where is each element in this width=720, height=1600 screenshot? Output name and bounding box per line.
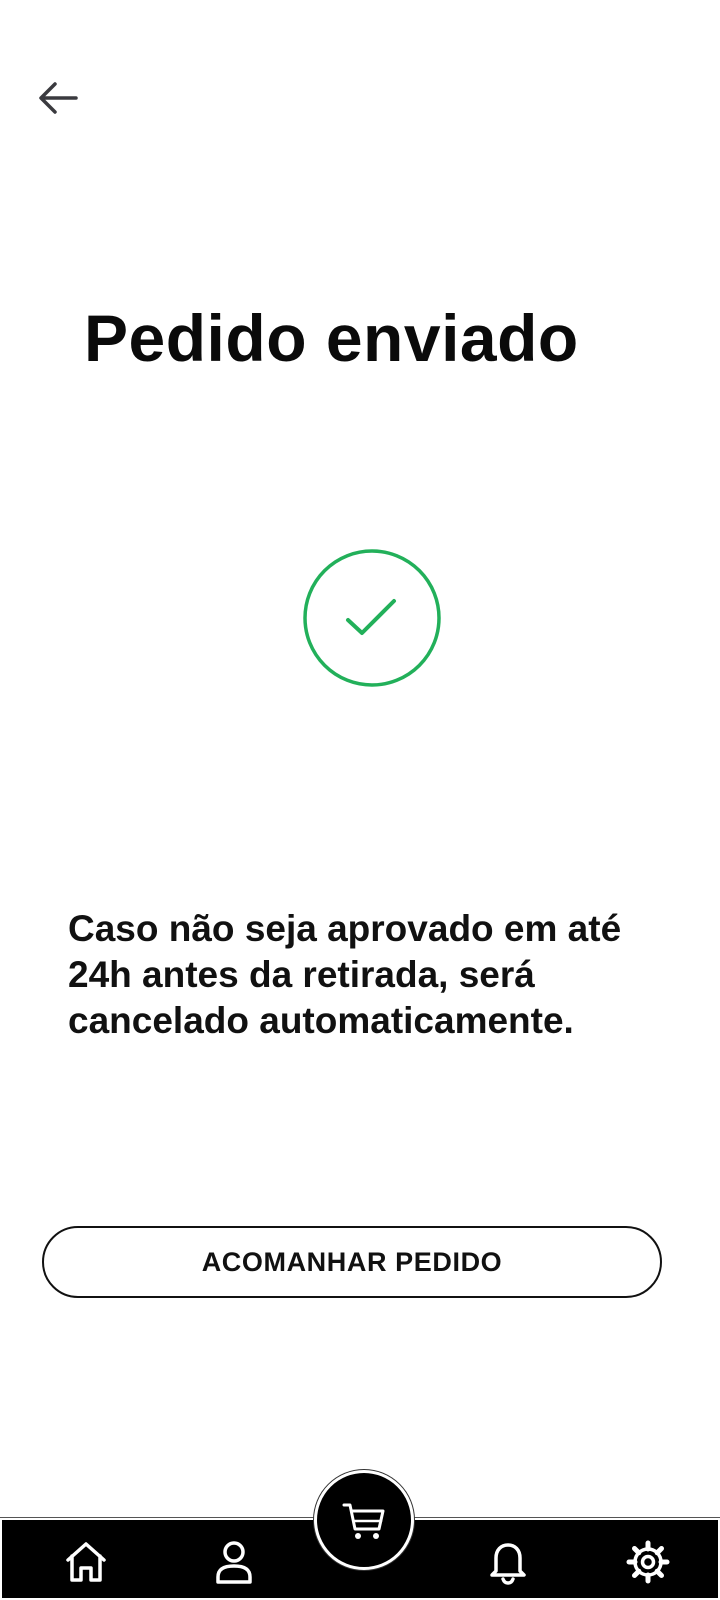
nav-notifications[interactable]: [482, 1536, 534, 1588]
cart-button[interactable]: [314, 1470, 414, 1570]
home-icon: [66, 1542, 106, 1582]
nav-home[interactable]: [60, 1536, 112, 1588]
bell-icon: [490, 1543, 526, 1585]
cancellation-notice: Caso não seja aprovado em até 24h antes …: [68, 908, 622, 1041]
nav-profile[interactable]: [208, 1536, 260, 1588]
track-order-button[interactable]: ACOMANHAR PEDIDO: [42, 1226, 662, 1298]
page-title: Pedido enviado: [84, 301, 579, 375]
nav-settings[interactable]: [622, 1536, 674, 1588]
arrow-left-icon: [39, 82, 78, 114]
user-icon: [216, 1541, 252, 1584]
check-circle-icon: [303, 549, 441, 687]
gear-icon: [626, 1540, 670, 1584]
back-button[interactable]: [28, 70, 88, 126]
cart-icon: [342, 1503, 385, 1539]
